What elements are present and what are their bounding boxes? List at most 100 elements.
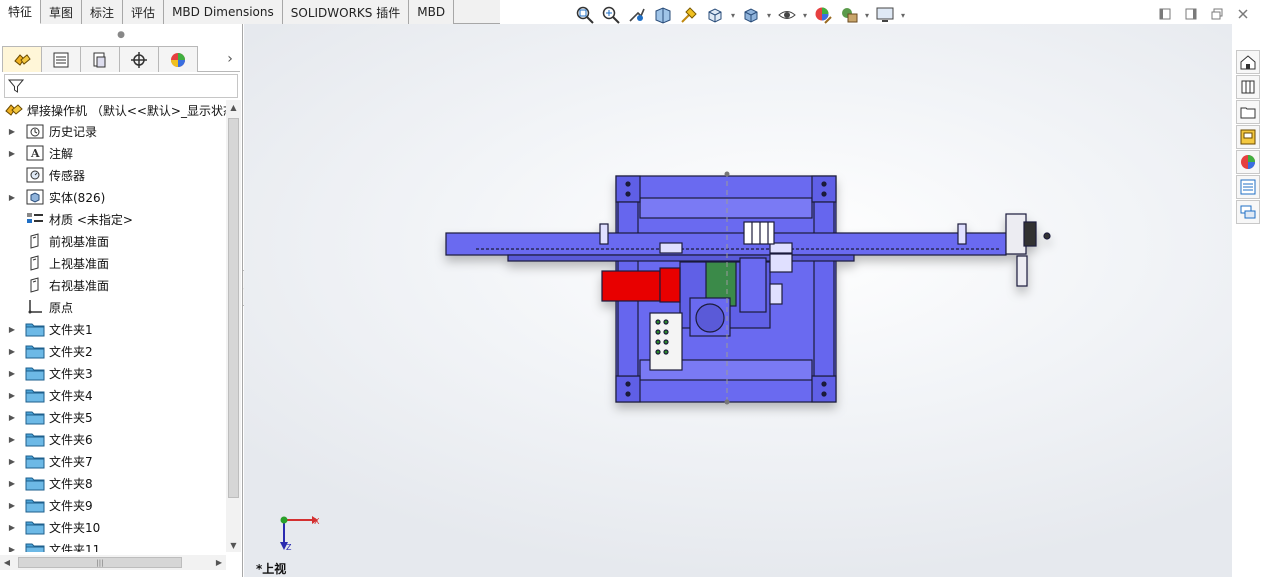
tree-item[interactable]: 前视基准面 <box>0 230 226 252</box>
tree-item[interactable]: ▶ A 注解 <box>0 142 226 164</box>
expand-arrow-icon[interactable]: ▶ <box>0 457 24 466</box>
welding-head <box>1005 213 1027 255</box>
tree-item[interactable]: ▶ 文件夹4 <box>0 384 226 406</box>
expand-arrow-icon[interactable]: ▶ <box>0 193 24 202</box>
tree-item[interactable]: 材质 <未指定> <box>0 208 226 230</box>
welding-manipulator-model[interactable] <box>244 24 1232 577</box>
tile-icon[interactable] <box>1181 4 1201 24</box>
expand-arrow-icon[interactable]: ▶ <box>0 391 24 400</box>
folder-icon <box>24 408 46 426</box>
appearances-icon[interactable] <box>1236 150 1260 174</box>
expand-arrow-icon[interactable]: ▶ <box>0 479 24 488</box>
tree-item[interactable]: ▶ 文件夹9 <box>0 494 226 516</box>
design-library-icon[interactable] <box>1236 75 1260 99</box>
filter-icon <box>8 79 24 93</box>
expand-arrow-icon[interactable]: ▶ <box>0 127 24 136</box>
graphics-area[interactable]: X Z *上视 <box>244 24 1232 577</box>
dimxpert-manager-icon <box>131 51 147 68</box>
tree-root-assembly[interactable]: 焊接操作机 （默认<<默认>_显示状态 <box>0 100 226 120</box>
tree-horizontal-scrollbar[interactable]: ◀ ||| ▶ <box>0 555 226 570</box>
restore-down-icon[interactable] <box>1155 4 1175 24</box>
command-tab[interactable]: 草图 <box>41 0 83 24</box>
tree-item[interactable]: 右视基准面 <box>0 274 226 296</box>
expand-arrow-icon[interactable]: ▶ <box>0 325 24 334</box>
tree-item[interactable]: ▶ 实体(826) <box>0 186 226 208</box>
dimxpert-manager-tab[interactable] <box>119 46 159 72</box>
tree-item-label: 右视基准面 <box>49 278 110 293</box>
file-explorer-icon[interactable] <box>1236 100 1260 124</box>
assembly-icon <box>4 101 24 119</box>
history-icon <box>24 122 46 140</box>
tree-vertical-scrollbar[interactable]: ▲ ▼ <box>226 100 241 552</box>
configuration-manager-tab[interactable] <box>80 46 120 72</box>
folder-icon <box>24 342 46 360</box>
command-tab[interactable]: 特征 <box>0 0 42 24</box>
close-icon[interactable] <box>1233 4 1253 24</box>
window-controls <box>1155 4 1253 24</box>
tree-item-label: 文件夹11 <box>49 542 101 553</box>
tree-item-label: 前视基准面 <box>49 234 110 249</box>
chevron-right-icon[interactable]: › <box>220 46 240 72</box>
frame-foot <box>811 375 837 403</box>
display-manager-tab[interactable] <box>158 46 198 72</box>
tree-item[interactable]: ▶ 文件夹2 <box>0 340 226 362</box>
scroll-thumb[interactable] <box>228 118 239 498</box>
scroll-thumb-horizontal[interactable]: ||| <box>18 557 182 568</box>
tree-item-label: 文件夹7 <box>49 454 93 469</box>
scroll-up-icon[interactable]: ▲ <box>226 100 241 114</box>
solidworks-resources-icon[interactable] <box>1236 50 1260 74</box>
plane-icon <box>24 276 46 294</box>
tree-item[interactable]: ▶ 文件夹7 <box>0 450 226 472</box>
folder-icon <box>24 320 46 338</box>
current-view-name: *上视 <box>256 562 287 576</box>
command-tab[interactable]: 标注 <box>82 0 124 24</box>
tree-item[interactable]: ▶ 文件夹8 <box>0 472 226 494</box>
scroll-left-icon[interactable]: ◀ <box>0 555 14 570</box>
tree-item[interactable]: ▶ 文件夹10 <box>0 516 226 538</box>
expand-arrow-icon[interactable]: ▶ <box>0 413 24 422</box>
tree-item[interactable]: ▶ 文件夹5 <box>0 406 226 428</box>
tree-item[interactable]: 传感器 <box>0 164 226 186</box>
expand-arrow-icon[interactable]: ▶ <box>0 523 24 532</box>
command-tab[interactable]: SOLIDWORKS 插件 <box>282 0 410 24</box>
command-tab[interactable]: MBD Dimensions <box>164 0 283 24</box>
tree-item[interactable]: 上视基准面 <box>0 252 226 274</box>
tree-item[interactable]: ▶ 文件夹1 <box>0 318 226 340</box>
expand-arrow-icon[interactable]: ▶ <box>0 347 24 356</box>
forum-icon[interactable] <box>1236 200 1260 224</box>
expand-arrow-icon[interactable]: ▶ <box>0 149 24 158</box>
task-pane-tabs <box>1236 50 1261 225</box>
minimize-icon[interactable] <box>1207 4 1227 24</box>
svg-text:A: A <box>30 147 40 160</box>
expand-arrow-icon[interactable]: ▶ <box>0 545 24 553</box>
feature-filter[interactable] <box>4 74 238 98</box>
scroll-right-icon[interactable]: ▶ <box>212 555 226 570</box>
tree-item-label: 文件夹5 <box>49 410 93 425</box>
plane-icon <box>24 254 46 272</box>
tree-item[interactable]: 原点 <box>0 296 226 318</box>
panel-grip[interactable]: ● <box>0 24 242 46</box>
plane-icon <box>24 232 46 250</box>
tree-item[interactable]: ▶ 历史记录 <box>0 120 226 142</box>
feature-manager-icon <box>14 53 31 66</box>
feature-manager-panel: ● › 焊接操作机 （默认<<默认>_显示状态 ▶ 历史记录 ▶ A 注解 传感器 ▶ 实体(… <box>0 24 243 577</box>
folder-icon <box>24 540 46 552</box>
tree-item[interactable]: ▶ 文件夹3 <box>0 362 226 384</box>
tree-item[interactable]: ▶ 文件夹6 <box>0 428 226 450</box>
expand-arrow-icon[interactable]: ▶ <box>0 435 24 444</box>
tree-item-label: 文件夹8 <box>49 476 93 491</box>
tree-item-label: 文件夹10 <box>49 520 101 535</box>
tree-item-label: 注解 <box>49 146 74 161</box>
expand-arrow-icon[interactable]: ▶ <box>0 501 24 510</box>
view-palette-icon[interactable] <box>1236 125 1260 149</box>
property-manager-tab[interactable] <box>41 46 81 72</box>
feature-manager-tab[interactable] <box>2 46 42 72</box>
folder-icon <box>24 364 46 382</box>
material-icon <box>24 210 46 228</box>
tree-item[interactable]: ▶ 文件夹11 <box>0 538 226 552</box>
command-tab[interactable]: 评估 <box>123 0 165 24</box>
scroll-down-icon[interactable]: ▼ <box>226 538 241 552</box>
custom-properties-icon[interactable] <box>1236 175 1260 199</box>
command-tab[interactable]: MBD <box>409 0 455 24</box>
expand-arrow-icon[interactable]: ▶ <box>0 369 24 378</box>
